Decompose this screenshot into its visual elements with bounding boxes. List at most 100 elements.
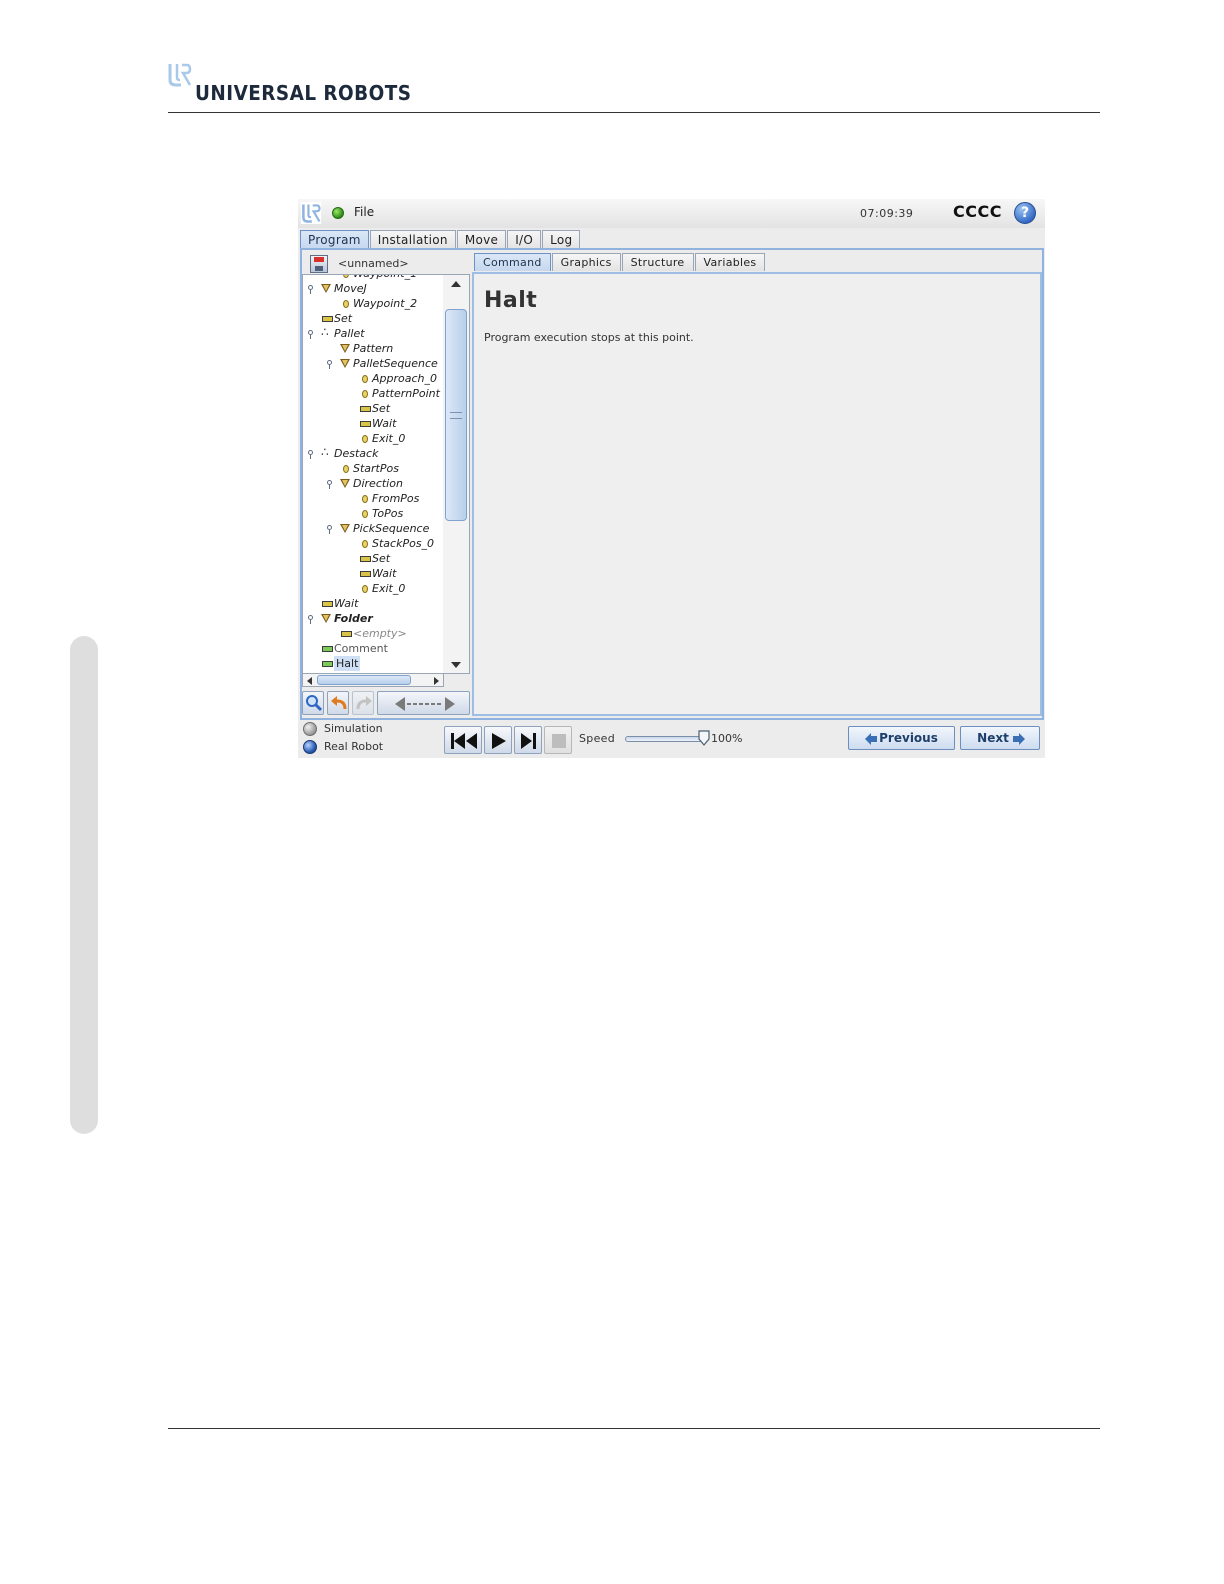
undo-button[interactable] [327,691,349,715]
tree-node-label: PickSequence [353,522,430,535]
radio-off-icon[interactable] [303,722,317,736]
tree-node[interactable]: <empty> [303,626,443,641]
tab-graphics[interactable]: Graphics [551,253,621,271]
tree-node-label: Set [334,312,353,325]
tree-node[interactable]: Waypoint_1 [303,275,443,281]
tree-node[interactable]: PalletSequence [303,356,443,371]
tab-structure[interactable]: Structure [621,253,694,271]
green-status-dot-icon [332,207,344,219]
tree-node[interactable]: MoveJ [303,281,443,296]
tree-node[interactable]: ToPos [303,506,443,521]
tree-node[interactable]: Halt [303,656,443,671]
expand-toggle-icon[interactable] [308,330,313,339]
clock: 07:09:39 [860,207,914,220]
tree-node[interactable]: StackPos_0 [303,536,443,551]
triangle-move-icon [340,521,352,536]
program-tree[interactable]: Waypoint_1MoveJWaypoint_2SetPalletPatter… [302,274,444,674]
next-button[interactable]: Next [960,726,1040,750]
move-node-button[interactable] [377,691,470,715]
search-button[interactable] [302,691,324,715]
tab-variables[interactable]: Variables [694,253,766,271]
simulation-label: Simulation [324,722,383,735]
tree-node-label: Set [372,402,391,415]
tree-node[interactable]: Wait [303,416,443,431]
expand-toggle-icon[interactable] [308,615,313,624]
brand-name: UNIVERSAL ROBOTS [195,81,412,105]
tree-node[interactable]: Folder [303,611,443,626]
tree-horizontal-scrollbar[interactable] [302,673,444,687]
tree-node[interactable]: Exit_0 [303,431,443,446]
tree-node[interactable]: Direction [303,476,443,491]
play-button[interactable] [484,726,512,754]
radio-on-icon[interactable] [303,740,317,754]
tree-node[interactable]: Waypoint_2 [303,296,443,311]
speed-label: Speed [579,732,615,745]
expand-toggle-icon[interactable] [327,480,332,489]
expand-toggle-icon[interactable] [308,450,313,459]
tab-move[interactable]: Move [456,230,507,249]
save-icon[interactable] [310,255,328,273]
robot-name: CCCC [953,202,1002,221]
expand-toggle-icon[interactable] [327,360,332,369]
redo-button[interactable] [352,691,374,715]
tab-command[interactable]: Command [474,253,551,271]
hscroll-thumb[interactable] [317,675,411,685]
command-title: Halt [484,288,538,313]
command-description: Program execution stops at this point. [484,331,694,344]
main-tabs: Program Installation Move I/O Log [300,230,581,249]
pallet-icon [321,445,333,461]
arrow-left-icon [865,733,877,745]
tree-node[interactable]: Set [303,311,443,326]
real-robot-radio[interactable]: Real Robot [303,740,423,756]
waypoint-icon [340,296,352,311]
speed-slider[interactable] [625,736,705,742]
command-green-icon [321,641,333,656]
help-button[interactable]: ? [1014,202,1036,224]
tree-node[interactable]: FromPos [303,491,443,506]
expand-toggle-icon[interactable] [308,285,313,294]
scroll-thumb[interactable] [445,309,467,521]
scroll-down-arrow-icon[interactable] [451,662,461,668]
tree-vertical-scrollbar[interactable] [443,274,470,674]
simulation-radio[interactable]: Simulation [303,722,423,738]
tree-node[interactable]: Set [303,551,443,566]
previous-button[interactable]: Previous [848,726,955,750]
tree-node[interactable]: Exit_0 [303,581,443,596]
expand-toggle-icon[interactable] [327,525,332,534]
tree-node-label: StartPos [353,462,399,475]
tree-node[interactable]: Comment [303,641,443,656]
triangle-move-icon [340,476,352,491]
tab-log[interactable]: Log [542,230,581,249]
tree-node[interactable]: Wait [303,596,443,611]
tab-installation[interactable]: Installation [369,230,456,249]
stop-button[interactable] [544,726,572,754]
scroll-right-arrow-icon[interactable] [434,677,439,685]
scroll-up-arrow-icon[interactable] [451,281,461,287]
skip-to-start-icon [451,733,477,749]
tree-node[interactable]: StartPos [303,461,443,476]
tree-node[interactable]: PatternPoint [303,386,443,401]
command-bar-icon [359,566,371,581]
tree-node[interactable]: Wait [303,566,443,581]
step-button[interactable] [514,726,542,754]
waypoint-icon [359,536,371,551]
speed-slider-knob-icon[interactable] [698,730,710,746]
tree-node[interactable]: Destack [303,445,443,461]
node-tabs: Command Graphics Structure Variables [474,253,766,272]
tree-node[interactable]: PickSequence [303,521,443,536]
speed-value: 100% [711,732,743,745]
file-menu[interactable]: File [354,205,374,219]
rewind-button[interactable] [444,726,482,754]
tree-node[interactable]: Pattern [303,341,443,356]
tree-node-label: StackPos_0 [372,537,435,550]
header-rule [168,112,1100,113]
tab-io[interactable]: I/O [507,230,542,249]
scroll-left-arrow-icon[interactable] [307,677,312,685]
tree-node[interactable]: Set [303,401,443,416]
tree-node-label: Pallet [334,327,365,340]
tree-node[interactable]: Pallet [303,325,443,341]
tree-node-label: Exit_0 [372,432,406,445]
tree-node[interactable]: Approach_0 [303,371,443,386]
tree-node-label: <empty> [353,627,407,640]
tab-program[interactable]: Program [300,230,369,249]
